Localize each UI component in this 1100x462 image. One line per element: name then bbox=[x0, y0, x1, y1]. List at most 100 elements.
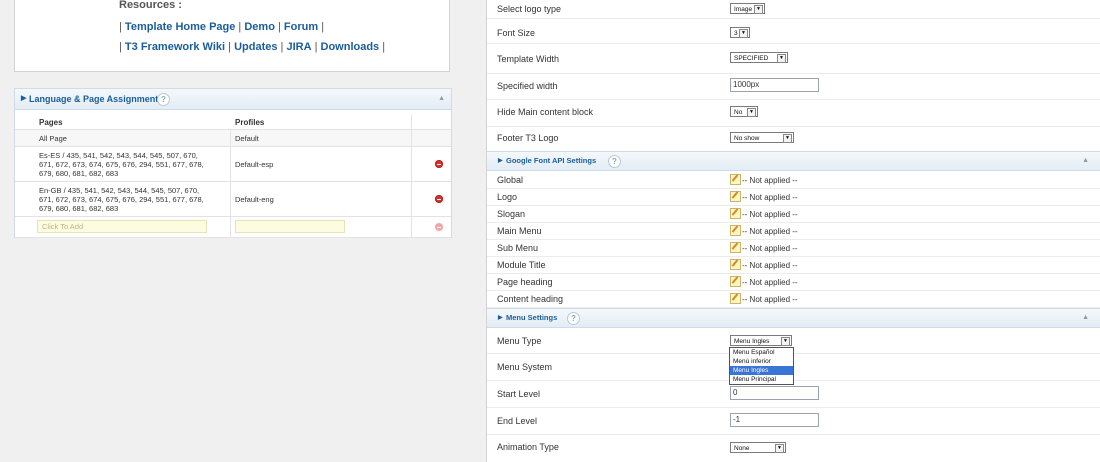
select-value: No show bbox=[734, 135, 760, 142]
font-row-main-menu: Main Menu -- Not applied -- bbox=[487, 222, 1100, 240]
table-header-row: Pages Profiles bbox=[15, 115, 451, 130]
font-value[interactable]: -- Not applied -- bbox=[730, 191, 798, 202]
link-jira[interactable]: JIRA bbox=[286, 41, 311, 53]
row-footer-logo: Footer T3 Logo No show ▼ bbox=[487, 126, 1100, 152]
chevron-down-icon: ▼ bbox=[783, 134, 792, 143]
font-row-content-heading: Content heading -- Not applied -- bbox=[487, 290, 1100, 308]
font-row-slogan: Slogan -- Not applied -- bbox=[487, 205, 1100, 223]
label-template-width: Template Width bbox=[497, 54, 560, 64]
font-row-module-title: Module Title -- Not applied -- bbox=[487, 256, 1100, 274]
font-value[interactable]: -- Not applied -- bbox=[730, 225, 798, 236]
delete-icon[interactable] bbox=[435, 195, 443, 203]
row-profile: Default-esp bbox=[235, 160, 274, 169]
panel-header[interactable]: ▶ Language & Page Assignments ? ▲ bbox=[15, 89, 451, 110]
sep: | bbox=[274, 21, 284, 33]
label-specified-width: Specified width bbox=[497, 81, 558, 91]
font-value[interactable]: -- Not applied -- bbox=[730, 276, 798, 287]
chevron-down-icon: ▼ bbox=[777, 54, 786, 63]
dropdown-option[interactable]: Menu Principal bbox=[730, 375, 793, 384]
assignments-table: Pages Profiles All Page Default Es-ES / … bbox=[15, 115, 451, 238]
row-profile: Default bbox=[235, 134, 259, 143]
col-header-profiles: Profiles bbox=[235, 118, 265, 127]
row-pages: Es-ES / 435, 541, 542, 543, 544, 545, 50… bbox=[39, 151, 204, 178]
expand-triangle-icon: ▶ bbox=[498, 315, 503, 321]
label-hide-main: Hide Main content block bbox=[497, 107, 594, 117]
table-row[interactable]: En-GB / 435, 541, 542, 543, 544, 545, 50… bbox=[15, 182, 451, 217]
select-font-size[interactable]: 3 ▼ bbox=[730, 27, 750, 38]
link-downloads[interactable]: Downloads bbox=[321, 41, 380, 53]
add-profile-input[interactable] bbox=[235, 220, 345, 233]
select-footer-logo[interactable]: No show ▼ bbox=[730, 132, 794, 143]
chevron-down-icon: ▼ bbox=[739, 29, 748, 38]
menu-settings-section-header[interactable]: ▶ Menu Settings ? ▲ bbox=[487, 308, 1100, 328]
font-value-text: -- Not applied -- bbox=[742, 295, 798, 304]
font-value[interactable]: -- Not applied -- bbox=[730, 242, 798, 253]
font-label: Slogan bbox=[497, 209, 526, 219]
chevron-down-icon: ▼ bbox=[747, 108, 756, 117]
font-value[interactable]: -- Not applied -- bbox=[730, 208, 798, 219]
dropdown-option[interactable]: Menu Español bbox=[730, 348, 793, 357]
table-row[interactable]: All Page Default bbox=[15, 130, 451, 147]
select-value: No bbox=[734, 109, 743, 116]
font-row-logo: Logo -- Not applied -- bbox=[487, 188, 1100, 206]
link-t3-wiki[interactable]: T3 Framework Wiki bbox=[125, 41, 225, 53]
link-template-home[interactable]: Template Home Page bbox=[125, 21, 235, 33]
font-value-text: -- Not applied -- bbox=[742, 227, 798, 236]
dropdown-option-selected[interactable]: Menu Ingles bbox=[730, 366, 793, 375]
label-end-level: End Level bbox=[497, 416, 538, 426]
select-animation-type[interactable]: None ▼ bbox=[730, 442, 786, 453]
panel-title: Language & Page Assignments bbox=[29, 94, 164, 104]
delete-icon bbox=[435, 223, 443, 231]
chevron-down-icon: ▼ bbox=[775, 444, 784, 453]
label-select-logo-type: Select logo type bbox=[497, 4, 562, 14]
font-value[interactable]: -- Not applied -- bbox=[730, 293, 798, 304]
label-menu-system: Menu System bbox=[497, 362, 553, 372]
font-label: Global bbox=[497, 175, 524, 185]
select-logo-type[interactable]: Image ▼ bbox=[730, 3, 765, 14]
font-value[interactable]: -- Not applied -- bbox=[730, 174, 798, 185]
link-forum[interactable]: Forum bbox=[284, 21, 318, 33]
help-icon[interactable]: ? bbox=[608, 155, 621, 168]
edit-pencil-icon bbox=[730, 242, 741, 253]
row-hide-main: Hide Main content block No ▼ bbox=[487, 99, 1100, 127]
font-value[interactable]: -- Not applied -- bbox=[730, 259, 798, 270]
settings-column: Select logo type Image ▼ Font Size 3 ▼ Tem… bbox=[486, 0, 1100, 462]
row-specified-width: Specified width 1000px bbox=[487, 73, 1100, 100]
link-updates[interactable]: Updates bbox=[234, 41, 277, 53]
google-font-section-header[interactable]: ▶ Google Font API Settings ? ▲ bbox=[487, 151, 1100, 171]
select-hide-main[interactable]: No ▼ bbox=[730, 106, 758, 117]
label-footer-logo: Footer T3 Logo bbox=[497, 133, 559, 143]
dropdown-option[interactable]: Menú inferior bbox=[730, 357, 793, 366]
font-value-text: -- Not applied -- bbox=[742, 261, 798, 270]
font-value-text: -- Not applied -- bbox=[742, 193, 798, 202]
add-pages-input[interactable]: Click To Add bbox=[37, 220, 207, 233]
link-demo[interactable]: Demo bbox=[244, 21, 275, 33]
sep: | bbox=[235, 21, 245, 33]
expand-triangle-icon: ▶ bbox=[21, 95, 27, 102]
resources-links-line1: | Template Home Page | Demo | Forum | bbox=[119, 21, 324, 33]
collapse-icon[interactable]: ▲ bbox=[1082, 309, 1089, 327]
help-icon[interactable]: ? bbox=[567, 312, 580, 325]
row-pages: En-GB / 435, 541, 542, 543, 544, 545, 50… bbox=[39, 186, 204, 213]
collapse-icon[interactable]: ▲ bbox=[1082, 152, 1089, 170]
edit-pencil-icon bbox=[730, 259, 741, 270]
select-template-width[interactable]: SPECIFIED ▼ bbox=[730, 52, 788, 63]
table-row[interactable]: Es-ES / 435, 541, 542, 543, 544, 545, 50… bbox=[15, 147, 451, 182]
font-value-text: -- Not applied -- bbox=[742, 278, 798, 287]
expand-triangle-icon: ▶ bbox=[498, 158, 503, 164]
end-level-input[interactable]: -1 bbox=[730, 413, 819, 427]
select-menu-type[interactable]: Menu Ingles ▼ bbox=[730, 335, 792, 346]
help-icon[interactable]: ? bbox=[157, 93, 170, 106]
start-level-input[interactable]: 0 bbox=[730, 386, 819, 400]
section-title: Menu Settings bbox=[506, 313, 558, 322]
specified-width-input[interactable]: 1000px bbox=[730, 78, 819, 92]
delete-icon[interactable] bbox=[435, 160, 443, 168]
row-font-size: Font Size 3 ▼ bbox=[487, 18, 1100, 44]
select-value: None bbox=[734, 445, 750, 452]
font-row-page-heading: Page heading -- Not applied -- bbox=[487, 273, 1100, 291]
select-value: 3 bbox=[734, 30, 738, 37]
collapse-icon[interactable]: ▲ bbox=[438, 89, 445, 109]
left-column: Resources : | Template Home Page | Demo … bbox=[0, 0, 466, 462]
chevron-down-icon: ▼ bbox=[754, 5, 763, 14]
col-header-pages: Pages bbox=[39, 118, 63, 127]
